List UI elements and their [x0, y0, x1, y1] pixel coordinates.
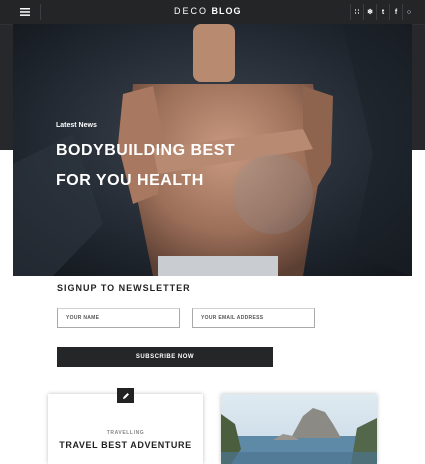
logo-part-deco: DECO — [174, 6, 209, 16]
rss-icon[interactable]: ∷ — [350, 4, 363, 20]
name-placeholder: YOUR NAME — [66, 315, 100, 321]
hero-title-line1: BODYBUILDING BEST — [56, 142, 236, 159]
card-category[interactable]: TRAVELLING — [48, 430, 203, 436]
hero-title-line2: FOR YOU HEALTH — [56, 172, 204, 189]
facebook-icon[interactable]: f — [389, 4, 402, 20]
hero-post-title[interactable]: BODYBUILDING BEST FOR YOU HEALTH — [56, 136, 235, 196]
email-input[interactable]: YOUR EMAIL ADDRESS — [192, 308, 315, 328]
twitter-icon[interactable]: ❄ — [363, 4, 376, 20]
name-input[interactable]: YOUR NAME — [57, 308, 180, 328]
social-links: ∷ ❄ t f ○ — [350, 4, 415, 20]
subscribe-button[interactable]: SUBSCRIBE NOW — [57, 347, 273, 367]
hamburger-menu-icon[interactable] — [13, 4, 37, 20]
top-navigation-bar: DECO BLOG ∷ ❄ t f ○ — [0, 0, 425, 25]
tumblr-icon[interactable]: t — [376, 4, 389, 20]
newsletter-heading: SIGNUP TO NEWSLETTER — [57, 283, 191, 293]
email-placeholder: YOUR EMAIL ADDRESS — [201, 315, 264, 321]
menu-divider — [40, 4, 41, 20]
card-title[interactable]: TRAVEL BEST ADVENTURE — [48, 440, 203, 450]
search-icon[interactable]: ○ — [402, 4, 415, 20]
hero-featured-post[interactable]: Latest News BODYBUILDING BEST FOR YOU HE… — [13, 24, 412, 276]
logo-part-blog: BLOG — [211, 6, 242, 16]
hero-category-label[interactable]: Latest News — [56, 122, 97, 129]
pencil-icon — [117, 388, 134, 403]
site-logo[interactable]: DECO BLOG — [174, 6, 242, 16]
